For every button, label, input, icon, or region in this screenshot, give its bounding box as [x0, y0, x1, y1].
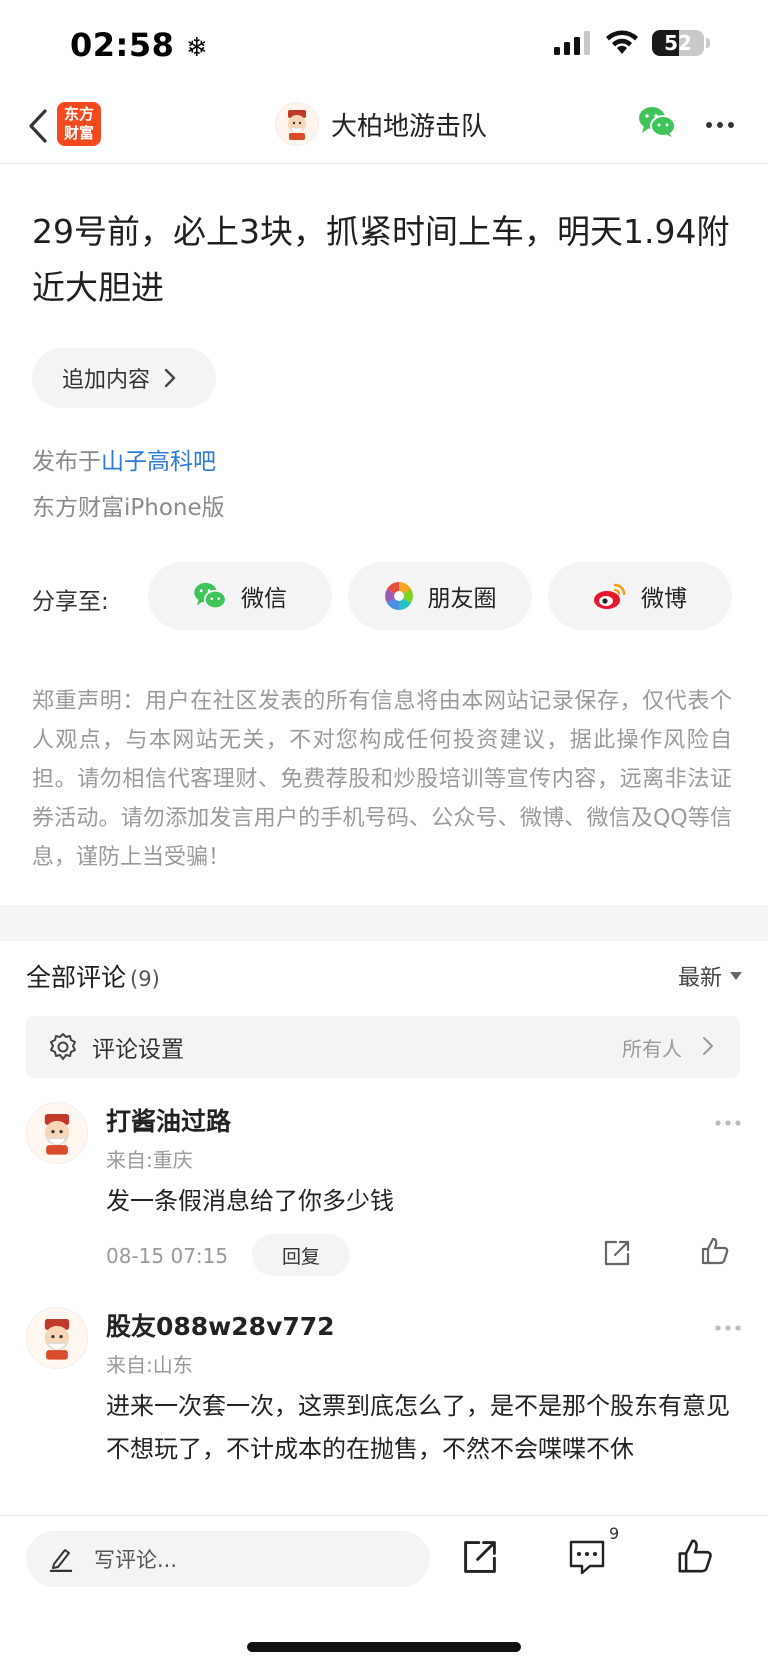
- comment-count-badge: 9: [609, 1524, 620, 1543]
- bottom-action-bar: 写评论... 9: [0, 1515, 768, 1662]
- comment-settings-row[interactable]: 评论设置 所有人: [26, 1016, 740, 1078]
- share-moments-button[interactable]: 朋友圈: [348, 562, 532, 630]
- comment-author[interactable]: 打酱油过路: [106, 1102, 231, 1138]
- comment-input[interactable]: 写评论...: [26, 1531, 430, 1587]
- comment-text: 发一条假消息给了你多少钱: [106, 1187, 394, 1215]
- status-bar: 02:58 ❄ 52: [0, 0, 768, 90]
- pencil-icon: [49, 1549, 73, 1572]
- comment-like-button[interactable]: [700, 1236, 730, 1270]
- bar-header[interactable]: 大柏地游击队: [275, 102, 487, 146]
- cellular-signal-icon: [554, 31, 590, 55]
- app-logo[interactable]: 东方 财富: [57, 102, 101, 146]
- app-logo-line2: 财富: [63, 124, 94, 142]
- app-logo-line1: 东方: [63, 105, 94, 123]
- published-prefix: 发布于: [32, 449, 101, 475]
- battery-indicator: 52: [652, 30, 704, 56]
- status-time: 02:58 ❄: [70, 26, 208, 64]
- wechat-icon: [639, 107, 676, 137]
- share-weibo-label: 微博: [641, 586, 687, 612]
- share-out-icon: [464, 1541, 496, 1573]
- bar-avatar: [275, 102, 319, 146]
- comment-item: 打酱油过路 来自:重庆 发一条假消息给了你多少钱 08-15 07:15 回复: [26, 1102, 742, 1282]
- more-button[interactable]: [705, 110, 735, 144]
- sort-label: 最新: [677, 966, 722, 991]
- add-content-label: 追加内容: [62, 368, 151, 393]
- home-indicator: [247, 1642, 521, 1652]
- comment-location: 来自:山东: [106, 1353, 193, 1377]
- comment-location: 来自:重庆: [106, 1148, 193, 1172]
- chevron-right-icon: [164, 368, 176, 388]
- add-content-button[interactable]: 追加内容: [32, 348, 216, 408]
- more-dots-icon: [715, 1325, 741, 1331]
- comment-settings-value: 所有人: [622, 1036, 682, 1061]
- comment-item: 股友088w28v772 来自:山东 进来一次套一次，这票到底怎么了，是不是那个…: [26, 1307, 742, 1517]
- wifi-icon: [606, 30, 638, 54]
- battery-tip: [706, 38, 710, 48]
- reply-button[interactable]: 回复: [252, 1234, 350, 1276]
- more-dots-icon: [706, 122, 734, 128]
- section-divider: [0, 905, 768, 941]
- post-source: 东方财富iPhone版: [32, 495, 225, 521]
- comments-button[interactable]: [568, 1539, 606, 1579]
- comment-text: 进来一次套一次，这票到底怎么了，是不是那个股东有意见不想玩了，不计成本的在抛售，…: [106, 1392, 730, 1463]
- status-icons: 52: [554, 30, 710, 56]
- weibo-icon: [594, 583, 626, 609]
- chevron-right-icon: [703, 1037, 713, 1055]
- back-button[interactable]: [20, 104, 56, 148]
- battery-percent: 52: [664, 31, 692, 55]
- comments-title: 全部评论: [26, 963, 127, 992]
- share-button[interactable]: [462, 1539, 498, 1579]
- post-title: 29号前，必上3块，抓紧时间上车，明天1.94附近大胆进: [32, 212, 730, 307]
- share-weibo-button[interactable]: 微博: [548, 562, 732, 630]
- share-out-icon: [604, 1240, 630, 1266]
- comments-count: (9): [130, 967, 160, 991]
- comment-author[interactable]: 股友088w28v772: [106, 1307, 335, 1343]
- nav-bar: 东方 财富 大柏地游击队: [0, 90, 768, 164]
- comment-input-placeholder: 写评论...: [94, 1548, 178, 1572]
- published-in: 发布于山子高科吧: [32, 442, 216, 476]
- share-wechat-button[interactable]: 微信: [148, 562, 332, 630]
- clock-text: 02:58: [70, 26, 175, 64]
- disclaimer-text: 郑重声明：用户在社区发表的所有信息将由本网站记录保存，仅代表个人观点，与本网站无…: [32, 689, 732, 870]
- comment-more-button[interactable]: [714, 1112, 742, 1131]
- share-row: 分享至: 微信 朋友圈 微博: [32, 562, 736, 630]
- sort-dropdown[interactable]: 最新: [678, 960, 742, 992]
- avatar[interactable]: [26, 1307, 88, 1369]
- nav-title: 大柏地游击队: [331, 111, 488, 142]
- snowflake-icon: ❄: [186, 33, 209, 63]
- wechat-icon: [194, 582, 227, 610]
- share-label: 分享至:: [32, 589, 109, 615]
- comment-settings-label: 评论设置: [92, 1037, 184, 1063]
- mascot-icon: [288, 110, 306, 140]
- share-wechat-label: 微信: [241, 586, 287, 612]
- comment-share-button[interactable]: [602, 1238, 632, 1272]
- share-moments-label: 朋友圈: [427, 586, 497, 612]
- avatar[interactable]: [26, 1102, 88, 1164]
- mascot-icon: [44, 1319, 70, 1360]
- mascot-icon: [44, 1114, 70, 1155]
- board-link[interactable]: 山子高科吧: [101, 449, 216, 475]
- gear-icon: [50, 1033, 76, 1060]
- caret-down-icon: [730, 972, 742, 980]
- moments-aperture-icon: [384, 582, 413, 610]
- wechat-share-button[interactable]: [638, 106, 676, 142]
- chevron-left-icon: [29, 109, 47, 143]
- thumbs-up-icon: [678, 1539, 712, 1573]
- like-button[interactable]: [676, 1537, 714, 1579]
- comment-bubble-icon: [569, 1540, 605, 1575]
- comment-time: 08-15 07:15: [106, 1244, 229, 1268]
- comments-header: 全部评论 (9) 最新: [26, 958, 742, 998]
- thumbs-up-icon: [701, 1237, 729, 1265]
- more-dots-icon: [715, 1120, 741, 1126]
- comment-more-button[interactable]: [714, 1317, 742, 1336]
